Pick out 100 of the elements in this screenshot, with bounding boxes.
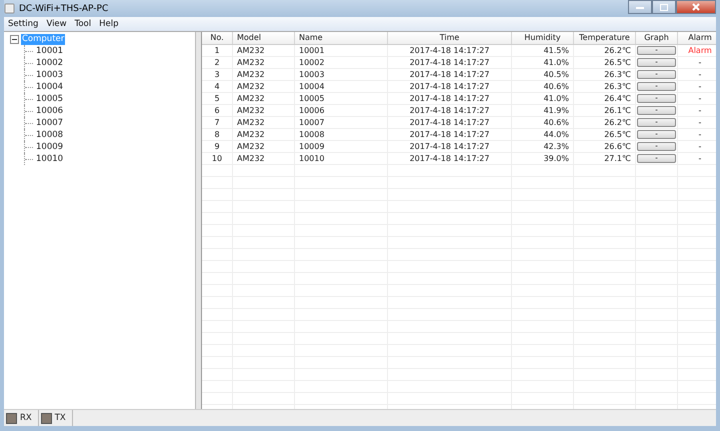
table-cell: AM232 xyxy=(233,81,295,92)
table-cell: - xyxy=(678,129,716,140)
table-cell: 10007 xyxy=(295,117,388,128)
table-cell: 26.2℃ xyxy=(574,117,636,128)
table-cell: 2017-4-18 14:17:27 xyxy=(388,93,512,104)
table-cell: 8 xyxy=(202,129,233,140)
table-cell: 10004 xyxy=(295,81,388,92)
table-cell: 2 xyxy=(202,57,233,68)
minimize-icon xyxy=(636,4,644,10)
tree-item[interactable]: 10001 xyxy=(35,46,64,56)
table-cell: 26.1℃ xyxy=(574,105,636,116)
table-cell: 7 xyxy=(202,117,233,128)
table-cell: 42.3% xyxy=(512,141,574,152)
table-cell: 44.0% xyxy=(512,129,574,140)
table-cell: Alarm xyxy=(678,45,716,56)
table-cell: 2017-4-18 14:17:27 xyxy=(388,141,512,152)
tree-item[interactable]: 10010 xyxy=(35,154,64,164)
table-cell: 10002 xyxy=(295,57,388,68)
close-icon xyxy=(692,3,700,11)
table-cell: - xyxy=(678,93,716,104)
table-cell: AM232 xyxy=(233,93,295,104)
tree-item[interactable]: 10007 xyxy=(35,118,64,128)
tree-item[interactable]: 10009 xyxy=(35,142,64,152)
tree-item[interactable]: 10002 xyxy=(35,58,64,68)
tree-item[interactable]: 10003 xyxy=(35,70,64,80)
table-cell: - xyxy=(678,81,716,92)
maximize-button[interactable] xyxy=(652,0,676,14)
splitter[interactable] xyxy=(195,32,202,409)
table-cell: 4 xyxy=(202,81,233,92)
column-header[interactable]: Graph xyxy=(636,32,678,44)
table-cell: 26.4℃ xyxy=(574,93,636,104)
status-label: TX xyxy=(54,413,66,423)
app-icon xyxy=(4,3,15,14)
menu-item[interactable]: Tool xyxy=(70,19,96,29)
table-cell: - xyxy=(678,141,716,152)
menu-item[interactable]: View xyxy=(42,19,71,29)
close-button[interactable] xyxy=(676,0,716,14)
table-cell: 26.2℃ xyxy=(574,45,636,56)
table-cell: AM232 xyxy=(233,129,295,140)
table-cell: AM232 xyxy=(233,69,295,80)
table-cell: 10001 xyxy=(295,45,388,56)
table-cell: AM232 xyxy=(233,45,295,56)
table-cell: AM232 xyxy=(233,153,295,164)
table-cell: - xyxy=(678,153,716,164)
table-cell: AM232 xyxy=(233,141,295,152)
table-cell: 10005 xyxy=(295,93,388,104)
table-cell: 26.6℃ xyxy=(574,141,636,152)
table-cell: 2017-4-18 14:17:27 xyxy=(388,57,512,68)
column-header[interactable]: Time xyxy=(388,32,512,44)
minimize-button[interactable] xyxy=(628,0,652,14)
table-cell: - xyxy=(678,105,716,116)
table-cell: 6 xyxy=(202,105,233,116)
table-cell: 41.0% xyxy=(512,93,574,104)
table-cell: - xyxy=(678,57,716,68)
table-cell: - xyxy=(678,69,716,80)
table-cell: 41.5% xyxy=(512,45,574,56)
table-cell: 27.1℃ xyxy=(574,153,636,164)
table-cell: 39.0% xyxy=(512,153,574,164)
tree-item[interactable]: 10006 xyxy=(35,106,64,116)
collapse-icon[interactable] xyxy=(10,35,19,44)
table-cell: 41.0% xyxy=(512,57,574,68)
table-cell: 10 xyxy=(202,153,233,164)
table-cell: 41.9% xyxy=(512,105,574,116)
column-header[interactable]: No. xyxy=(202,32,233,44)
column-header[interactable]: Humidity xyxy=(512,32,574,44)
column-header[interactable]: Model xyxy=(233,32,295,44)
indicator-icon xyxy=(40,412,52,424)
table-cell: AM232 xyxy=(233,105,295,116)
table-cell: - xyxy=(678,117,716,128)
window-title: DC-WiFi+THS-AP-PC xyxy=(19,4,108,14)
tree-item[interactable]: 10004 xyxy=(35,82,64,92)
table-cell: 2017-4-18 14:17:27 xyxy=(388,45,512,56)
menu-item[interactable]: Help xyxy=(95,19,123,29)
table-cell: 5 xyxy=(202,93,233,104)
table-cell: 1 xyxy=(202,45,233,56)
table-cell: 26.3℃ xyxy=(574,69,636,80)
table-cell: 2017-4-18 14:17:27 xyxy=(388,129,512,140)
maximize-icon xyxy=(660,4,668,10)
table-cell: 26.5℃ xyxy=(574,57,636,68)
table-cell: 26.3℃ xyxy=(574,81,636,92)
tree-item[interactable]: 10008 xyxy=(35,130,64,140)
table-cell: 40.6% xyxy=(512,117,574,128)
table-cell: 40.6% xyxy=(512,81,574,92)
table-cell: 2017-4-18 14:17:27 xyxy=(388,81,512,92)
table-cell: 2017-4-18 14:17:27 xyxy=(388,153,512,164)
column-header[interactable]: Temperature xyxy=(574,32,636,44)
table-cell: 2017-4-18 14:17:27 xyxy=(388,105,512,116)
column-header[interactable]: Alarm xyxy=(678,32,716,44)
table-cell: 2017-4-18 14:17:27 xyxy=(388,117,512,128)
table-cell: 40.5% xyxy=(512,69,574,80)
menu-item[interactable]: Setting xyxy=(4,19,42,29)
table-cell: AM232 xyxy=(233,117,295,128)
table-cell: 10009 xyxy=(295,141,388,152)
table-cell: 3 xyxy=(202,69,233,80)
column-header[interactable]: Name xyxy=(295,32,388,44)
table-cell: 2017-4-18 14:17:27 xyxy=(388,69,512,80)
table-cell: 26.5℃ xyxy=(574,129,636,140)
tree-item[interactable]: 10005 xyxy=(35,94,64,104)
table-cell: 10008 xyxy=(295,129,388,140)
table-cell: AM232 xyxy=(233,57,295,68)
